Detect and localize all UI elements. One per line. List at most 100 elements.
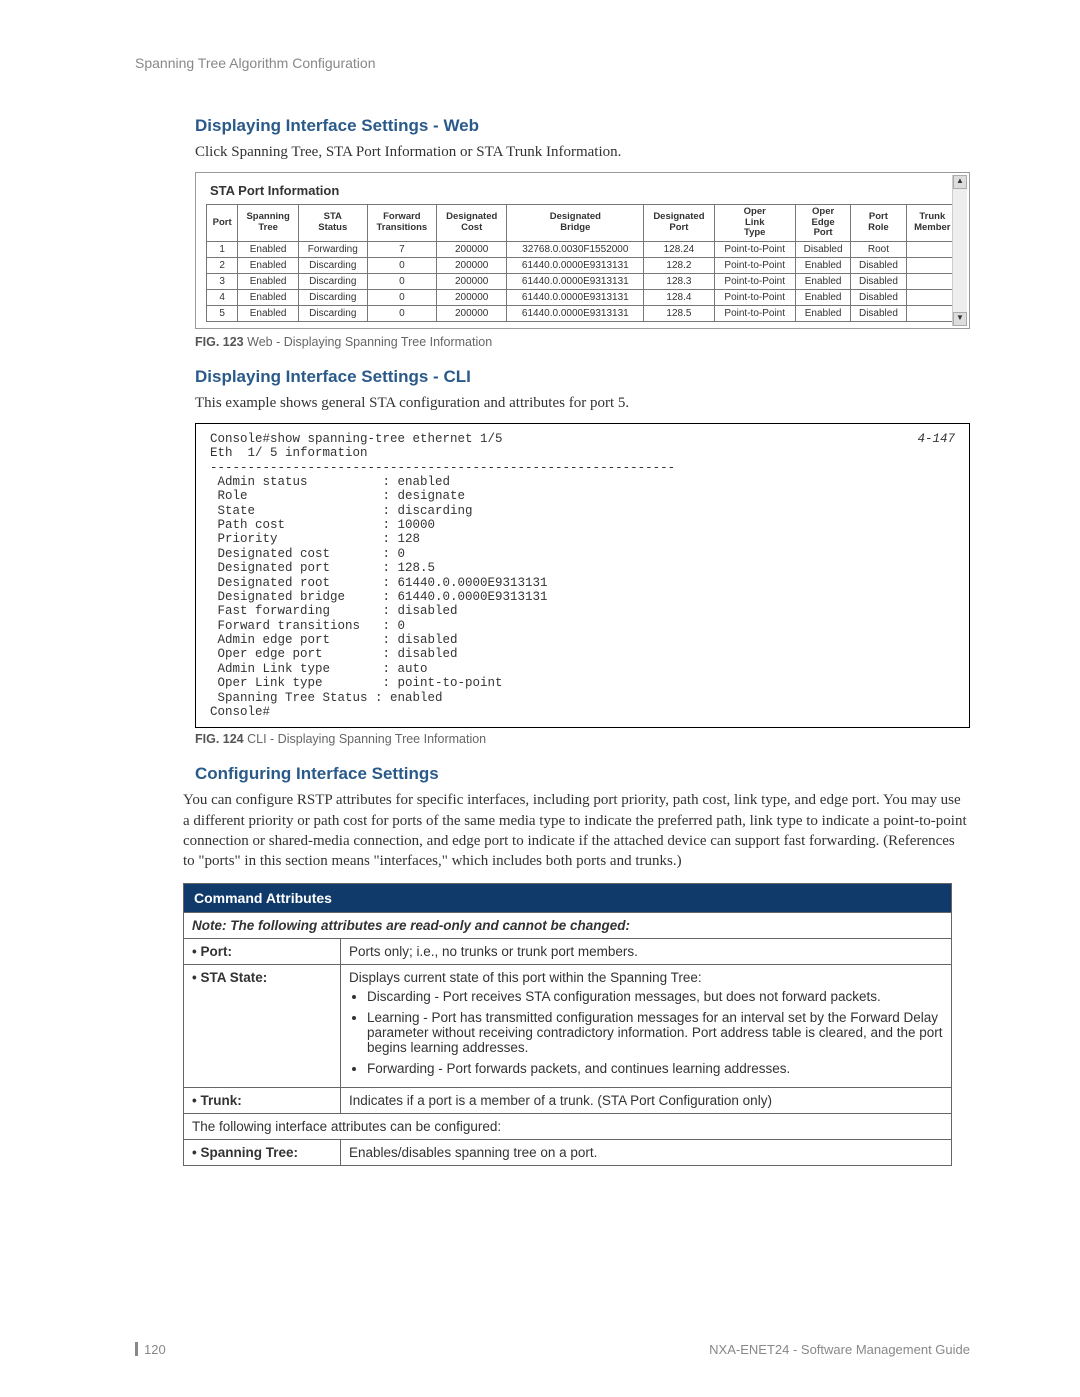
- table-cell: Disabled: [795, 241, 850, 257]
- table-cell: 1: [207, 241, 238, 257]
- table-cell: [906, 241, 958, 257]
- table-row: 4EnabledDiscarding020000061440.0.0000E93…: [207, 289, 959, 305]
- table-cell: 5: [207, 305, 238, 321]
- table-cell: Point-to-Point: [714, 257, 795, 273]
- table-cell: 3: [207, 273, 238, 289]
- row-configurable-note: The following interface attributes can b…: [184, 1114, 952, 1140]
- row-st-desc: Enables/disables spanning tree on a port…: [341, 1140, 952, 1166]
- table-cell: Enabled: [795, 257, 850, 273]
- row-trunk-desc: Indicates if a port is a member of a tru…: [341, 1088, 952, 1114]
- table-cell: 200000: [437, 305, 507, 321]
- table-cell: [906, 289, 958, 305]
- table-cell: Disabled: [851, 257, 906, 273]
- table-cell: 0: [367, 305, 437, 321]
- table-cell: 61440.0.0000E9313131: [507, 289, 644, 305]
- sta-col-header: OperLinkType: [714, 205, 795, 241]
- section-cli-body: This example shows general STA configura…: [195, 393, 970, 413]
- table-cell: 200000: [437, 257, 507, 273]
- table-cell: Point-to-Point: [714, 289, 795, 305]
- table-cell: 200000: [437, 289, 507, 305]
- table-cell: Discarding: [298, 305, 367, 321]
- table-cell: Point-to-Point: [714, 305, 795, 321]
- table-cell: [906, 257, 958, 273]
- doc-title: NXA-ENET24 - Software Management Guide: [709, 1342, 970, 1357]
- page-header: Spanning Tree Algorithm Configuration: [135, 55, 970, 71]
- sta-col-header: SpanningTree: [238, 205, 299, 241]
- scroll-down-icon[interactable]: ▼: [953, 312, 967, 326]
- command-attributes-table: Command Attributes Note: The following a…: [183, 883, 952, 1166]
- table-cell: Discarding: [298, 257, 367, 273]
- table-cell: 128.3: [644, 273, 714, 289]
- table-cell: 2: [207, 257, 238, 273]
- table-cell: 128.2: [644, 257, 714, 273]
- table-cell: Disabled: [851, 273, 906, 289]
- table-cell: Discarding: [298, 273, 367, 289]
- cli-output-box: 4-147Console#show spanning-tree ethernet…: [195, 423, 970, 729]
- sta-port-info-figure: ▲ ▼ STA Port Information PortSpanningTre…: [195, 172, 970, 328]
- fig123-caption: FIG. 123 Web - Displaying Spanning Tree …: [195, 335, 970, 349]
- table-cell: 200000: [437, 273, 507, 289]
- table-cell: 61440.0.0000E9313131: [507, 305, 644, 321]
- table-row: 3EnabledDiscarding020000061440.0.0000E93…: [207, 273, 959, 289]
- table-cell: Enabled: [238, 257, 299, 273]
- list-item: Discarding - Port receives STA configura…: [367, 989, 943, 1004]
- table-cell: Forwarding: [298, 241, 367, 257]
- table-cell: 128.5: [644, 305, 714, 321]
- cmd-attr-header: Command Attributes: [184, 884, 952, 913]
- list-item: Learning - Port has transmitted configur…: [367, 1010, 943, 1055]
- sta-col-header: PortRole: [851, 205, 906, 241]
- table-cell: 128.24: [644, 241, 714, 257]
- sta-col-header: DesignatedCost: [437, 205, 507, 241]
- section-web-title: Displaying Interface Settings - Web: [195, 116, 970, 136]
- page-footer: 120 NXA-ENET24 - Software Management Gui…: [135, 1342, 970, 1357]
- sta-port-table: PortSpanningTreeSTAStatusForwardTransiti…: [206, 204, 959, 321]
- table-cell: Enabled: [238, 305, 299, 321]
- table-cell: 0: [367, 257, 437, 273]
- table-cell: Disabled: [851, 305, 906, 321]
- table-cell: Enabled: [238, 289, 299, 305]
- table-cell: 61440.0.0000E9313131: [507, 257, 644, 273]
- sta-col-header: TrunkMember: [906, 205, 958, 241]
- table-row: 1EnabledForwarding720000032768.0.0030F15…: [207, 241, 959, 257]
- list-item: Forwarding - Port forwards packets, and …: [367, 1061, 943, 1076]
- cmd-attr-note: Note: The following attributes are read-…: [184, 913, 952, 939]
- table-cell: 4: [207, 289, 238, 305]
- fig124-caption: FIG. 124 CLI - Displaying Spanning Tree …: [195, 732, 970, 746]
- table-cell: Point-to-Point: [714, 241, 795, 257]
- sta-col-header: DesignatedBridge: [507, 205, 644, 241]
- sta-col-header: ForwardTransitions: [367, 205, 437, 241]
- table-cell: Point-to-Point: [714, 273, 795, 289]
- scroll-up-icon[interactable]: ▲: [953, 175, 967, 189]
- scrollbar[interactable]: ▲ ▼: [952, 175, 967, 325]
- table-cell: 7: [367, 241, 437, 257]
- section-cli-title: Displaying Interface Settings - CLI: [195, 367, 970, 387]
- table-cell: Enabled: [795, 305, 850, 321]
- row-st-label: • Spanning Tree:: [184, 1140, 341, 1166]
- table-cell: Root: [851, 241, 906, 257]
- section-config-body: You can configure RSTP attributes for sp…: [183, 790, 970, 871]
- table-cell: 200000: [437, 241, 507, 257]
- section-web-body: Click Spanning Tree, STA Port Informatio…: [195, 142, 970, 162]
- row-trunk-label: • Trunk:: [184, 1088, 341, 1114]
- table-cell: 61440.0.0000E9313131: [507, 273, 644, 289]
- table-cell: Enabled: [795, 289, 850, 305]
- table-cell: 32768.0.0030F1552000: [507, 241, 644, 257]
- table-cell: 0: [367, 273, 437, 289]
- table-row: 5EnabledDiscarding020000061440.0.0000E93…: [207, 305, 959, 321]
- row-port-desc: Ports only; i.e., no trunks or trunk por…: [341, 939, 952, 965]
- sta-col-header: STAStatus: [298, 205, 367, 241]
- table-cell: Enabled: [238, 241, 299, 257]
- table-cell: Enabled: [238, 273, 299, 289]
- sta-col-header: DesignatedPort: [644, 205, 714, 241]
- table-cell: Discarding: [298, 289, 367, 305]
- row-port-label: • Port:: [184, 939, 341, 965]
- page-number: 120: [144, 1342, 166, 1357]
- cli-page-ref: 4-147: [917, 432, 955, 446]
- table-cell: [906, 305, 958, 321]
- table-cell: Enabled: [795, 273, 850, 289]
- row-sta-desc: Displays current state of this port with…: [341, 965, 952, 1088]
- sta-col-header: Port: [207, 205, 238, 241]
- table-row: 2EnabledDiscarding020000061440.0.0000E93…: [207, 257, 959, 273]
- table-cell: Disabled: [851, 289, 906, 305]
- row-sta-label: • STA State:: [184, 965, 341, 1088]
